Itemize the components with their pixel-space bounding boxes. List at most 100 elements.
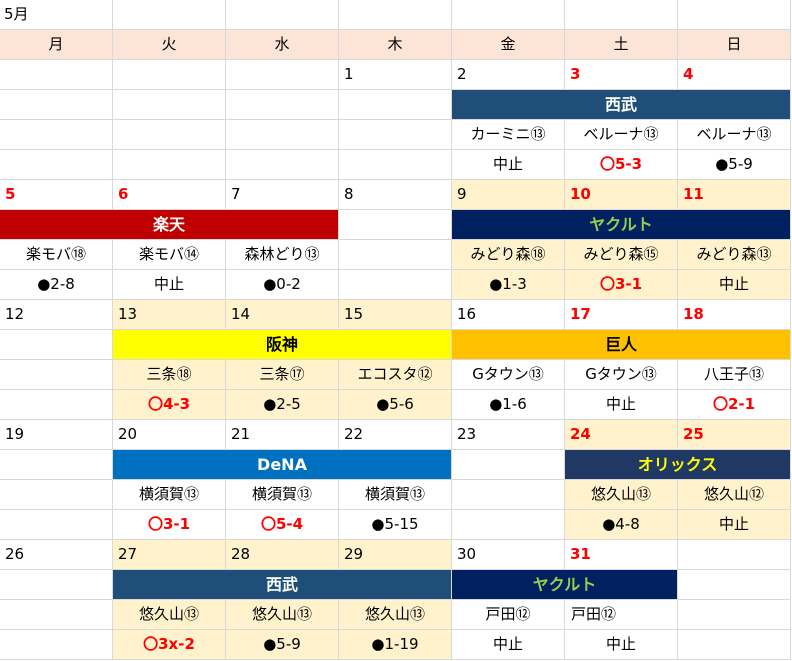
- result-cell[interactable]: ●1-19: [339, 630, 452, 660]
- date-cell[interactable]: 27: [113, 540, 226, 570]
- date-cell[interactable]: 11: [678, 180, 791, 210]
- date-cell[interactable]: 18: [678, 300, 791, 330]
- result-cell[interactable]: ●4-8: [565, 510, 678, 540]
- venue-cell[interactable]: 三条⑱: [113, 360, 226, 390]
- date-cell[interactable]: 31: [565, 540, 678, 570]
- empty-cell[interactable]: [113, 90, 226, 120]
- date-cell[interactable]: 26: [0, 540, 113, 570]
- venue-cell[interactable]: 悠久山⑬: [565, 480, 678, 510]
- weekday-header[interactable]: 土: [565, 30, 678, 60]
- venue-cell[interactable]: 楽モバ⑭: [113, 240, 226, 270]
- empty-cell[interactable]: [0, 510, 113, 540]
- empty-cell[interactable]: [226, 90, 339, 120]
- venue-cell[interactable]: Gタウン⑬: [565, 360, 678, 390]
- date-cell[interactable]: 23: [452, 420, 565, 450]
- venue-cell[interactable]: 悠久山⑬: [113, 600, 226, 630]
- date-cell[interactable]: 6: [113, 180, 226, 210]
- date-cell[interactable]: 10: [565, 180, 678, 210]
- empty-cell[interactable]: [339, 270, 452, 300]
- empty-cell[interactable]: [339, 240, 452, 270]
- empty-cell[interactable]: [113, 60, 226, 90]
- empty-cell[interactable]: [113, 150, 226, 180]
- empty-cell[interactable]: [452, 510, 565, 540]
- venue-cell[interactable]: ベルーナ⑬: [678, 120, 791, 150]
- empty-cell[interactable]: [0, 450, 113, 480]
- result-cell[interactable]: 〇3-1: [565, 270, 678, 300]
- opponent-team-banner[interactable]: 楽天: [0, 210, 339, 240]
- result-cell[interactable]: 〇5-3: [565, 150, 678, 180]
- empty-cell[interactable]: [226, 150, 339, 180]
- venue-cell[interactable]: 悠久山⑬: [226, 600, 339, 630]
- date-cell[interactable]: 3: [565, 60, 678, 90]
- result-cell[interactable]: 〇3-1: [113, 510, 226, 540]
- result-cell[interactable]: ●2-8: [0, 270, 113, 300]
- date-cell[interactable]: 5: [0, 180, 113, 210]
- venue-cell[interactable]: 戸田⑫: [452, 600, 565, 630]
- empty-cell[interactable]: [0, 360, 113, 390]
- result-cell[interactable]: 中止: [678, 510, 791, 540]
- result-cell[interactable]: ●1-3: [452, 270, 565, 300]
- empty-cell[interactable]: [226, 0, 339, 30]
- weekday-header[interactable]: 金: [452, 30, 565, 60]
- result-cell[interactable]: ●5-6: [339, 390, 452, 420]
- opponent-team-banner[interactable]: オリックス: [565, 450, 791, 480]
- date-cell[interactable]: 16: [452, 300, 565, 330]
- opponent-team-banner[interactable]: DeNA: [113, 450, 452, 480]
- result-cell[interactable]: ●2-5: [226, 390, 339, 420]
- empty-cell[interactable]: [452, 0, 565, 30]
- venue-cell[interactable]: エコスタ⑫: [339, 360, 452, 390]
- empty-cell[interactable]: [678, 630, 791, 660]
- weekday-header[interactable]: 火: [113, 30, 226, 60]
- venue-cell[interactable]: 三条⑰: [226, 360, 339, 390]
- weekday-header[interactable]: 月: [0, 30, 113, 60]
- empty-cell[interactable]: [0, 330, 113, 360]
- venue-cell[interactable]: 横須賀⑬: [226, 480, 339, 510]
- date-cell[interactable]: 20: [113, 420, 226, 450]
- date-cell[interactable]: 25: [678, 420, 791, 450]
- date-cell[interactable]: 30: [452, 540, 565, 570]
- venue-cell[interactable]: カーミニ⑬: [452, 120, 565, 150]
- empty-cell[interactable]: [678, 600, 791, 630]
- venue-cell[interactable]: 八王子⑬: [678, 360, 791, 390]
- empty-cell[interactable]: [0, 480, 113, 510]
- date-cell[interactable]: 9: [452, 180, 565, 210]
- date-cell[interactable]: 19: [0, 420, 113, 450]
- opponent-team-banner[interactable]: 西武: [113, 570, 452, 600]
- empty-cell[interactable]: [0, 90, 113, 120]
- venue-cell[interactable]: Gタウン⑬: [452, 360, 565, 390]
- venue-cell[interactable]: 戸田⑫: [565, 600, 678, 630]
- date-cell[interactable]: 4: [678, 60, 791, 90]
- empty-cell[interactable]: [339, 150, 452, 180]
- date-cell[interactable]: 22: [339, 420, 452, 450]
- opponent-team-banner[interactable]: 巨人: [452, 330, 791, 360]
- result-cell[interactable]: 中止: [678, 270, 791, 300]
- empty-cell[interactable]: [0, 390, 113, 420]
- empty-cell[interactable]: [565, 0, 678, 30]
- result-cell[interactable]: ●0-2: [226, 270, 339, 300]
- result-cell[interactable]: 中止: [113, 270, 226, 300]
- result-cell[interactable]: 中止: [452, 630, 565, 660]
- empty-cell[interactable]: [113, 120, 226, 150]
- result-cell[interactable]: 中止: [452, 150, 565, 180]
- empty-cell[interactable]: [0, 570, 113, 600]
- date-cell[interactable]: 1: [339, 60, 452, 90]
- result-cell[interactable]: 中止: [565, 630, 678, 660]
- weekday-header[interactable]: 日: [678, 30, 791, 60]
- empty-cell[interactable]: [0, 120, 113, 150]
- venue-cell[interactable]: みどり森⑮: [565, 240, 678, 270]
- month-label[interactable]: 5月: [0, 0, 113, 30]
- empty-cell[interactable]: [0, 600, 113, 630]
- date-cell[interactable]: 12: [0, 300, 113, 330]
- venue-cell[interactable]: ベルーナ⑬: [565, 120, 678, 150]
- venue-cell[interactable]: 悠久山⑬: [339, 600, 452, 630]
- empty-cell[interactable]: [339, 0, 452, 30]
- result-cell[interactable]: ●5-9: [226, 630, 339, 660]
- venue-cell[interactable]: 森林どり⑬: [226, 240, 339, 270]
- venue-cell[interactable]: みどり森⑱: [452, 240, 565, 270]
- date-cell[interactable]: 13: [113, 300, 226, 330]
- empty-cell[interactable]: [452, 480, 565, 510]
- empty-cell[interactable]: [678, 0, 791, 30]
- opponent-team-banner[interactable]: 西武: [452, 90, 791, 120]
- empty-cell[interactable]: [0, 150, 113, 180]
- empty-cell[interactable]: [339, 90, 452, 120]
